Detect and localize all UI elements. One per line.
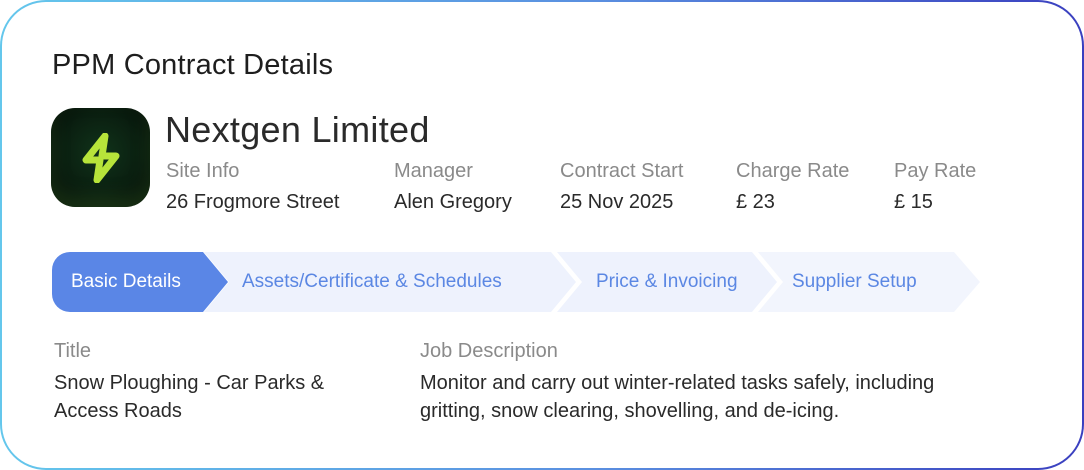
description-line: gritting, snow clearing, shovelling, and… — [420, 400, 840, 422]
info-label: Charge Rate — [736, 160, 850, 182]
info-value: 25 Nov 2025 — [560, 191, 674, 213]
page-title: PPM Contract Details — [52, 49, 334, 81]
info-label: Contract Start — [560, 160, 684, 182]
tab-price-invoicing[interactable]: Price & Invoicing — [557, 252, 777, 312]
tab-label: Supplier Setup — [792, 271, 917, 292]
info-pay-rate: Pay Rate £ 15 — [894, 160, 976, 214]
info-contract-start: Contract Start 25 Nov 2025 — [560, 160, 683, 214]
title-label: Title — [54, 340, 92, 362]
tab-basic-details[interactable]: Basic Details — [52, 252, 228, 312]
step-tabs: Basic Details Assets/Certificate & Sched… — [52, 252, 982, 312]
info-value: 26 Frogmore Street — [166, 191, 340, 213]
tab-label: Price & Invoicing — [596, 271, 738, 292]
tab-assets-certificate-schedules[interactable]: Assets/Certificate & Schedules — [204, 252, 576, 312]
info-value: £ 15 — [894, 191, 933, 213]
lightning-bolt-icon — [82, 132, 119, 183]
title-line: Snow Ploughing - Car Parks & — [54, 372, 325, 394]
tab-supplier-setup[interactable]: Supplier Setup — [758, 252, 980, 312]
title-value: Snow Ploughing - Car Parks & Access Road… — [54, 369, 324, 425]
contract-card-body: PPM Contract Details Nextgen Limited Sit… — [2, 2, 1082, 468]
info-label: Manager — [394, 160, 473, 182]
info-label: Pay Rate — [894, 160, 977, 182]
tab-label: Assets/Certificate & Schedules — [242, 271, 502, 292]
description-line: Monitor and carry out winter-related tas… — [420, 372, 935, 394]
contract-card: PPM Contract Details Nextgen Limited Sit… — [0, 0, 1084, 470]
company-logo — [51, 108, 150, 207]
info-label: Site Info — [166, 160, 240, 182]
company-name: Nextgen Limited — [165, 109, 430, 150]
info-manager: Manager Alen Gregory — [394, 160, 512, 214]
job-description-label: Job Description — [420, 340, 558, 362]
tab-label: Basic Details — [71, 271, 181, 292]
info-value: Alen Gregory — [394, 191, 512, 213]
title-line: Access Roads — [54, 400, 182, 422]
job-description-value: Monitor and carry out winter-related tas… — [420, 369, 934, 425]
info-charge-rate: Charge Rate £ 23 — [736, 160, 849, 214]
info-value: £ 23 — [736, 191, 775, 213]
info-site: Site Info 26 Frogmore Street — [166, 160, 339, 214]
